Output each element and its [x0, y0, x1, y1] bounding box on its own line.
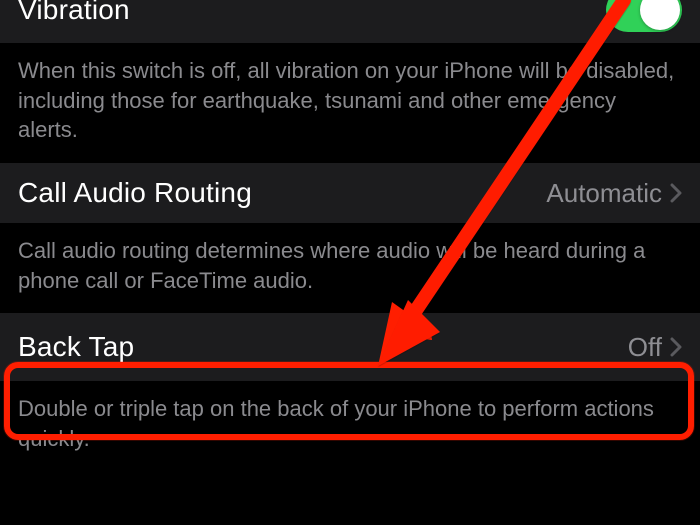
vibration-footer: When this switch is off, all vibration o…	[0, 44, 700, 163]
toggle-knob	[640, 0, 680, 30]
back-tap-footer: Double or triple tap on the back of your…	[0, 382, 700, 471]
call-audio-routing-label: Call Audio Routing	[18, 177, 252, 209]
vibration-label: Vibration	[18, 0, 130, 26]
back-tap-value-text: Off	[628, 332, 662, 363]
vibration-toggle[interactable]	[606, 0, 682, 32]
call-audio-routing-value: Automatic	[546, 178, 682, 209]
back-tap-value: Off	[628, 332, 682, 363]
vibration-row[interactable]: Vibration	[0, 0, 700, 44]
settings-list: Vibration When this switch is off, all v…	[0, 0, 700, 472]
back-tap-label: Back Tap	[18, 331, 134, 363]
call-audio-routing-value-text: Automatic	[546, 178, 662, 209]
back-tap-row[interactable]: Back Tap Off	[0, 313, 700, 382]
call-audio-routing-row[interactable]: Call Audio Routing Automatic	[0, 163, 700, 224]
call-audio-routing-footer: Call audio routing determines where audi…	[0, 224, 700, 313]
chevron-right-icon	[670, 337, 682, 357]
chevron-right-icon	[670, 183, 682, 203]
